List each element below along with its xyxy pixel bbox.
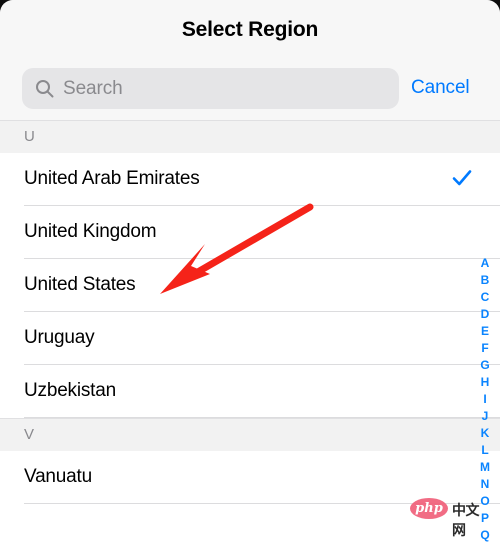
list-item-label: United Arab Emirates [24, 168, 200, 189]
list-item-label: Vanuatu [24, 466, 92, 487]
watermark-badge-text: php [415, 501, 443, 516]
search-row: Search Cancel [0, 68, 500, 109]
index-letter-a[interactable]: A [475, 255, 495, 272]
page-title: Select Region [181, 18, 319, 41]
index-letter-j[interactable]: J [475, 408, 495, 425]
list-item-label: United Kingdom [24, 221, 157, 242]
search-placeholder: Search [63, 78, 123, 99]
list-item[interactable]: United Arab Emirates [0, 153, 500, 206]
search-input[interactable]: Search [22, 68, 399, 109]
index-letter-f[interactable]: F [475, 340, 495, 357]
index-letter-m[interactable]: M [475, 459, 495, 476]
section-header-label: U [24, 128, 35, 145]
list-item[interactable]: Uzbekistan [0, 365, 500, 418]
section-header-label: V [24, 426, 35, 443]
search-icon [35, 79, 54, 98]
index-letter-i[interactable]: I [475, 391, 495, 408]
index-letter-h[interactable]: H [475, 374, 495, 391]
cancel-button[interactable]: Cancel [411, 77, 470, 99]
list-item-label: United States [24, 274, 136, 295]
select-region-sheet: Select Region Search Cancel U United Arab… [0, 0, 500, 550]
index-letter-g[interactable]: G [475, 357, 495, 374]
watermark-text: 中文网 [452, 502, 480, 538]
index-letter-e[interactable]: E [475, 323, 495, 340]
list-item-label: Uzbekistan [24, 380, 116, 401]
index-letter-l[interactable]: L [475, 442, 495, 459]
index-letter-k[interactable]: K [475, 425, 495, 442]
list-item[interactable]: United Kingdom [0, 206, 500, 259]
list-item-label: Uruguay [24, 327, 95, 348]
index-letter-d[interactable]: D [475, 306, 495, 323]
section-header: U [0, 120, 500, 153]
checkmark-icon [451, 167, 473, 189]
region-list[interactable]: U United Arab Emirates United Kingdom Unite… [0, 120, 500, 550]
list-item[interactable]: United States [0, 259, 500, 312]
index-letter-b[interactable]: B [475, 272, 495, 289]
watermark: php 中文网 [410, 496, 488, 538]
index-letter-c[interactable]: C [475, 289, 495, 306]
section-header: V [0, 418, 500, 451]
section-header-divider [0, 418, 500, 419]
sheet-header: Select Region Search Cancel [0, 0, 500, 120]
list-item[interactable]: Uruguay [0, 312, 500, 365]
index-letter-n[interactable]: N [475, 476, 495, 493]
section-header-divider [0, 120, 500, 121]
